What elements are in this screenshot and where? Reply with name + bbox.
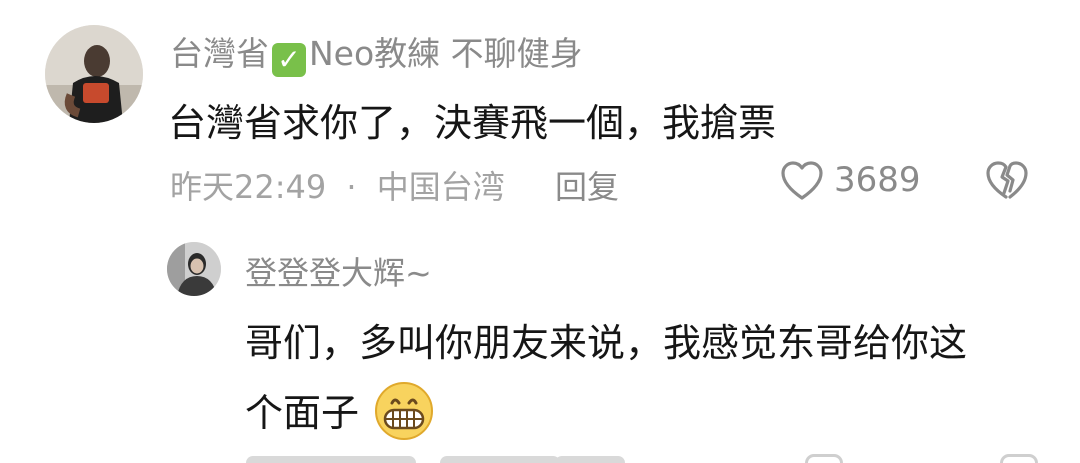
- reply-button[interactable]: 回复: [555, 162, 619, 208]
- commenter-avatar[interactable]: [45, 25, 143, 123]
- reply-username[interactable]: 登登登大辉~: [245, 248, 432, 294]
- verified-check-icon: ✓: [272, 43, 306, 77]
- username-suffix: Neo教練 不聊健身: [309, 34, 583, 73]
- comment-time: 昨天22:49: [170, 168, 327, 206]
- comment-location: 中国台湾: [376, 168, 505, 206]
- reply-avatar[interactable]: [167, 242, 221, 296]
- profile-photo-icon: [45, 25, 143, 123]
- grinning-face-icon: [375, 382, 434, 440]
- profile-photo-icon: [167, 242, 221, 296]
- comment-meta: 昨天22:49 · 中国台湾: [170, 162, 505, 208]
- reply-text-line1: 哥们，多叫你朋友来说，我感觉东哥给你这: [245, 321, 968, 365]
- username-prefix: 台灣省: [170, 34, 269, 73]
- reply-text-line2-text: 个面子: [245, 391, 360, 435]
- commenter-username[interactable]: 台灣省 ✓ Neo教練 不聊健身: [170, 27, 583, 77]
- next-row-cutoff: [240, 452, 1040, 463]
- broken-heart-icon: [986, 161, 1028, 199]
- like-count: 3689: [834, 160, 921, 200]
- meta-separator: ·: [346, 168, 357, 206]
- comment-text: 台灣省求你了，決賽飛一個，我搶票: [168, 101, 777, 145]
- heart-icon: [781, 161, 823, 200]
- dislike-button[interactable]: [985, 160, 1029, 204]
- reply-text-line2: 个面子: [245, 380, 435, 442]
